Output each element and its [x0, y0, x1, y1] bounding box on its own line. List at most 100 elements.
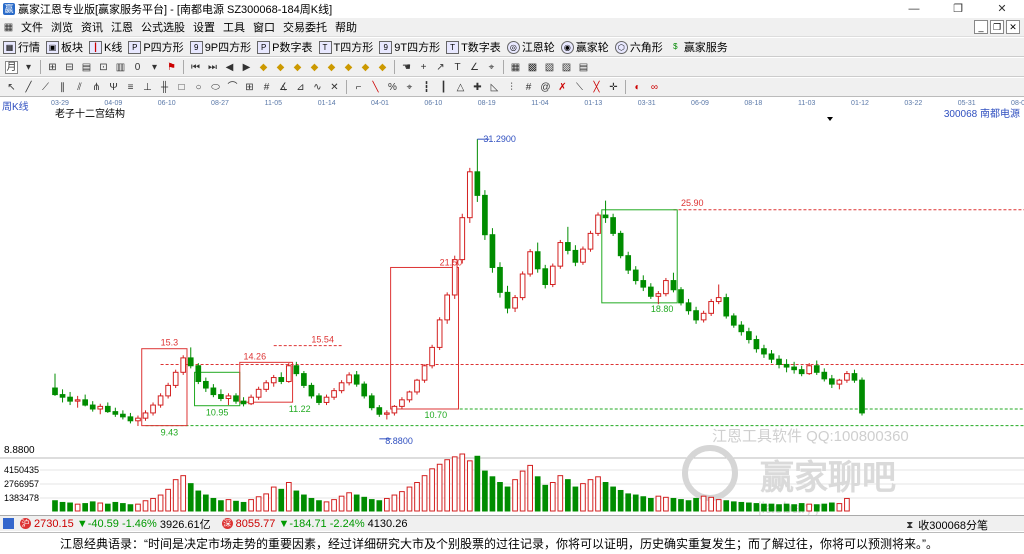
- draw-box-icon[interactable]: □: [175, 81, 188, 94]
- dropdown-icon[interactable]: ▾: [22, 61, 35, 74]
- draw-red-line-icon[interactable]: ╲: [369, 81, 382, 94]
- draw-angle-icon[interactable]: ∡: [277, 81, 290, 94]
- fan-tool-icon[interactable]: ⌖: [485, 61, 498, 74]
- draw-step-icon[interactable]: ⌐: [352, 81, 365, 94]
- sz-index-block[interactable]: 深 8055.77 ▼-184.71 -2.24% 4130.26: [219, 518, 407, 530]
- toolbar-hexagon-button[interactable]: ⬡ 六角形: [612, 39, 666, 55]
- toolbar-quotes-button[interactable]: ▦ 行情: [0, 39, 43, 55]
- draw-ellipse-icon[interactable]: ⬭: [209, 81, 222, 94]
- tick-data-block[interactable]: ⧗ 收300068分笔: [901, 517, 988, 533]
- maximize-icon[interactable]: ❐: [936, 0, 980, 17]
- period-week-icon[interactable]: 月: [5, 60, 18, 74]
- draw-hash-icon[interactable]: #: [522, 81, 535, 94]
- draw-square-icon[interactable]: ⊞: [243, 81, 256, 94]
- toolbar-t-table-button[interactable]: T T数字表: [443, 39, 504, 55]
- toolbar-gann-wheel-button[interactable]: ◎ 江恩轮: [504, 39, 558, 55]
- zoom-in-icon[interactable]: ⊞: [46, 61, 59, 74]
- lock-icon[interactable]: ⊡: [97, 61, 110, 74]
- menu-browse[interactable]: 浏览: [47, 19, 77, 35]
- toolbar-9t-square-button[interactable]: 9 9T四方形: [376, 39, 443, 55]
- table-icon[interactable]: ▤: [80, 61, 93, 74]
- flag-icon[interactable]: ⚑: [165, 61, 178, 74]
- diamond-5-icon[interactable]: ◆: [325, 61, 338, 74]
- draw-spiral-icon[interactable]: @: [539, 81, 552, 94]
- last-icon[interactable]: ⏭: [206, 61, 219, 74]
- diamond-7-icon[interactable]: ◆: [359, 61, 372, 74]
- toolbar-kline-button[interactable]: ┃ K线: [86, 39, 125, 55]
- draw-cycle-icon[interactable]: ⊥: [141, 81, 154, 94]
- diamond-8-icon[interactable]: ◆: [376, 61, 389, 74]
- chart-area[interactable]: 03-29 04-09 06-10 08-27 11-05 01-14 04-01 06-10…: [0, 97, 1024, 515]
- cross-icon[interactable]: +: [417, 61, 430, 74]
- diamond-4-icon[interactable]: ◆: [308, 61, 321, 74]
- menu-file[interactable]: 文件: [17, 19, 47, 35]
- toolbar-winner-wheel-button[interactable]: ◉ 赢家轮: [558, 39, 612, 55]
- draw-circle-icon[interactable]: ○: [192, 81, 205, 94]
- window-1-icon[interactable]: ▦: [509, 61, 522, 74]
- toolbar-service-button[interactable]: $ 赢家服务: [666, 39, 731, 55]
- sh-index-block[interactable]: 沪 2730.15 ▼-40.59 -1.46% 3926.61亿: [0, 516, 211, 532]
- draw-red2-icon[interactable]: ╳: [590, 81, 603, 94]
- menu-formula[interactable]: 公式选股: [137, 19, 189, 35]
- menu-help[interactable]: 帮助: [331, 19, 361, 35]
- draw-tri-icon[interactable]: △: [454, 81, 467, 94]
- draw-arc-icon[interactable]: ⌒: [226, 81, 239, 94]
- diamond-2-icon[interactable]: ◆: [274, 61, 287, 74]
- draw-gann-fan-icon[interactable]: ⋔: [90, 81, 103, 94]
- diamond-6-icon[interactable]: ◆: [342, 61, 355, 74]
- dropdown-triangle-icon[interactable]: [827, 117, 833, 121]
- draw-fork-icon[interactable]: Ψ: [107, 81, 120, 94]
- first-icon[interactable]: ⏮: [189, 61, 202, 74]
- draw-line-icon[interactable]: ╱: [22, 81, 35, 94]
- chart-bar-icon[interactable]: ▥: [114, 61, 127, 74]
- mdi-minimize-icon[interactable]: _: [974, 20, 988, 34]
- draw-percent-icon[interactable]: %: [386, 81, 399, 94]
- toolbar-blocks-button[interactable]: ▣ 板块: [43, 39, 86, 55]
- menu-window[interactable]: 窗口: [249, 19, 279, 35]
- draw-parallel-icon[interactable]: ∥: [56, 81, 69, 94]
- minimize-icon[interactable]: —: [892, 0, 936, 17]
- hand-icon[interactable]: ☚: [400, 61, 413, 74]
- infinity-icon[interactable]: ∞: [648, 81, 661, 94]
- draw-tri2-icon[interactable]: ◺: [488, 81, 501, 94]
- draw-arrow-icon[interactable]: ↖: [5, 81, 18, 94]
- next-icon[interactable]: ▶: [240, 61, 253, 74]
- draw-red-icon[interactable]: ✗: [556, 81, 569, 94]
- draw-speed-icon[interactable]: ⊿: [294, 81, 307, 94]
- draw-wave-icon[interactable]: ∿: [311, 81, 324, 94]
- draw-cross3-icon[interactable]: ✛: [607, 81, 620, 94]
- line-tool-icon[interactable]: ↗: [434, 61, 447, 74]
- dropdown2-icon[interactable]: ▾: [148, 61, 161, 74]
- window-3-icon[interactable]: ▧: [543, 61, 556, 74]
- mdi-restore-icon[interactable]: ❐: [990, 20, 1004, 34]
- angle-tool-icon[interactable]: ∠: [468, 61, 481, 74]
- window-4-icon[interactable]: ▨: [560, 61, 573, 74]
- draw-channel-icon[interactable]: ⫽: [73, 81, 86, 94]
- menu-gann[interactable]: 江恩: [107, 19, 137, 35]
- draw-cycle2-icon[interactable]: ┃: [437, 81, 450, 94]
- draw-diag-icon[interactable]: ⟍: [573, 81, 586, 94]
- draw-fib-icon[interactable]: ≡: [124, 81, 137, 94]
- draw-cross2-icon[interactable]: ✚: [471, 81, 484, 94]
- diamond-1-icon[interactable]: ◆: [257, 61, 270, 74]
- toolbar-p-table-button[interactable]: P P数字表: [254, 39, 315, 55]
- close-icon[interactable]: ✕: [980, 0, 1024, 17]
- menu-news[interactable]: 资讯: [77, 19, 107, 35]
- diamond-3-icon[interactable]: ◆: [291, 61, 304, 74]
- draw-target-icon[interactable]: ⌖: [403, 81, 416, 94]
- kline-chart[interactable]: 03-29 04-09 06-10 08-27 11-05 01-14 04-01 06-10…: [0, 97, 1024, 515]
- draw-lines-icon[interactable]: ⫶: [505, 81, 518, 94]
- menu-settings[interactable]: 设置: [189, 19, 219, 35]
- toolbar-p-square-button[interactable]: P P四方形: [125, 39, 186, 55]
- menu-trade[interactable]: 交易委托: [279, 19, 331, 35]
- draw-mark-icon[interactable]: ✕: [328, 81, 341, 94]
- menu-tools[interactable]: 工具: [219, 19, 249, 35]
- zero-icon[interactable]: 0: [131, 61, 144, 74]
- toolbar-9p-square-button[interactable]: 9 9P四方形: [187, 39, 254, 55]
- window-5-icon[interactable]: ▤: [577, 61, 590, 74]
- draw-ray-icon[interactable]: ⟋: [39, 81, 52, 94]
- mdi-close-icon[interactable]: ✕: [1006, 20, 1020, 34]
- text-tool-icon[interactable]: T: [451, 61, 464, 74]
- toolbar-t-square-button[interactable]: T T四方形: [316, 39, 377, 55]
- zoom-out-icon[interactable]: ⊟: [63, 61, 76, 74]
